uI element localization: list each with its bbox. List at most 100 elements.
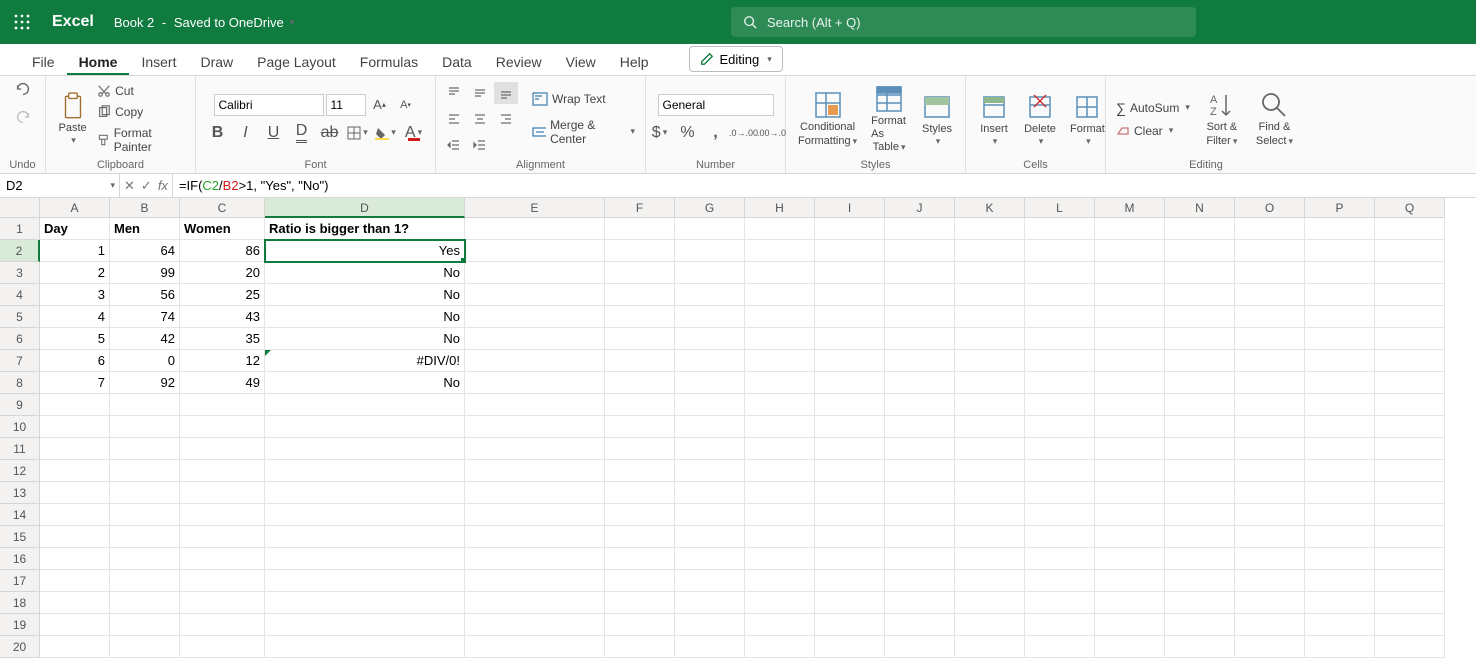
cell-K8[interactable] — [955, 372, 1025, 394]
cell-C16[interactable] — [180, 548, 265, 570]
tab-help[interactable]: Help — [608, 48, 661, 75]
cut-button[interactable]: Cut — [93, 82, 189, 100]
cell-B16[interactable] — [110, 548, 180, 570]
row-header-19[interactable]: 19 — [0, 614, 40, 636]
cell-A2[interactable]: 1 — [40, 240, 110, 262]
cell-Q20[interactable] — [1375, 636, 1445, 658]
row-header-10[interactable]: 10 — [0, 416, 40, 438]
italic-button[interactable]: I — [234, 122, 258, 144]
cell-I13[interactable] — [815, 482, 885, 504]
cell-F18[interactable] — [605, 592, 675, 614]
cell-B15[interactable] — [110, 526, 180, 548]
cell-H4[interactable] — [745, 284, 815, 306]
cell-H16[interactable] — [745, 548, 815, 570]
cell-J19[interactable] — [885, 614, 955, 636]
tab-draw[interactable]: Draw — [188, 48, 245, 75]
document-title[interactable]: Book 2 - Saved to OneDrive ▾ — [114, 15, 294, 30]
cell-E8[interactable] — [465, 372, 605, 394]
cell-P8[interactable] — [1305, 372, 1375, 394]
cell-A4[interactable]: 3 — [40, 284, 110, 306]
search-box[interactable] — [731, 7, 1196, 37]
cell-D13[interactable] — [265, 482, 465, 504]
cell-D12[interactable] — [265, 460, 465, 482]
cell-I4[interactable] — [815, 284, 885, 306]
cell-K15[interactable] — [955, 526, 1025, 548]
cell-D4[interactable]: No — [265, 284, 465, 306]
cell-L7[interactable] — [1025, 350, 1095, 372]
cell-Q4[interactable] — [1375, 284, 1445, 306]
font-size-input[interactable] — [326, 94, 366, 116]
col-header-B[interactable]: B — [110, 198, 180, 218]
cell-H5[interactable] — [745, 306, 815, 328]
cell-H12[interactable] — [745, 460, 815, 482]
cell-J14[interactable] — [885, 504, 955, 526]
col-header-J[interactable]: J — [885, 198, 955, 218]
cell-N16[interactable] — [1165, 548, 1235, 570]
cell-N9[interactable] — [1165, 394, 1235, 416]
cell-H9[interactable] — [745, 394, 815, 416]
cell-F2[interactable] — [605, 240, 675, 262]
merge-center-button[interactable]: Merge & Center▾ — [528, 116, 639, 148]
cell-L17[interactable] — [1025, 570, 1095, 592]
autosum-button[interactable]: ∑AutoSum▾ — [1112, 98, 1194, 118]
cell-C4[interactable]: 25 — [180, 284, 265, 306]
cell-O2[interactable] — [1235, 240, 1305, 262]
cell-B9[interactable] — [110, 394, 180, 416]
col-header-H[interactable]: H — [745, 198, 815, 218]
cell-E12[interactable] — [465, 460, 605, 482]
cell-A5[interactable]: 4 — [40, 306, 110, 328]
cell-A12[interactable] — [40, 460, 110, 482]
cell-P17[interactable] — [1305, 570, 1375, 592]
editing-mode-button[interactable]: Editing▾ — [689, 46, 783, 72]
cell-F4[interactable] — [605, 284, 675, 306]
align-middle-button[interactable] — [468, 82, 492, 104]
cell-L6[interactable] — [1025, 328, 1095, 350]
cell-F5[interactable] — [605, 306, 675, 328]
cell-H1[interactable] — [745, 218, 815, 240]
cell-O15[interactable] — [1235, 526, 1305, 548]
tab-view[interactable]: View — [554, 48, 608, 75]
cell-H2[interactable] — [745, 240, 815, 262]
cell-C11[interactable] — [180, 438, 265, 460]
cell-D2[interactable] — [265, 240, 465, 262]
cell-N3[interactable] — [1165, 262, 1235, 284]
cell-N18[interactable] — [1165, 592, 1235, 614]
row-header-14[interactable]: 14 — [0, 504, 40, 526]
cell-M20[interactable] — [1095, 636, 1165, 658]
cell-K20[interactable] — [955, 636, 1025, 658]
cell-E9[interactable] — [465, 394, 605, 416]
cell-A10[interactable] — [40, 416, 110, 438]
tab-formulas[interactable]: Formulas — [348, 48, 430, 75]
cell-L19[interactable] — [1025, 614, 1095, 636]
cell-G4[interactable] — [675, 284, 745, 306]
cell-F17[interactable] — [605, 570, 675, 592]
cell-A18[interactable] — [40, 592, 110, 614]
cell-P2[interactable] — [1305, 240, 1375, 262]
decrease-decimal-button[interactable]: .00→.0 — [760, 122, 784, 144]
cell-D8[interactable]: No — [265, 372, 465, 394]
cell-K12[interactable] — [955, 460, 1025, 482]
row-header-15[interactable]: 15 — [0, 526, 40, 548]
cell-L12[interactable] — [1025, 460, 1095, 482]
cell-E11[interactable] — [465, 438, 605, 460]
row-header-12[interactable]: 12 — [0, 460, 40, 482]
cell-G10[interactable] — [675, 416, 745, 438]
format-as-table-button[interactable]: Format AsTable▾ — [865, 81, 913, 157]
cell-N5[interactable] — [1165, 306, 1235, 328]
cell-G12[interactable] — [675, 460, 745, 482]
enter-formula-button[interactable]: ✓ — [141, 178, 152, 194]
cell-E14[interactable] — [465, 504, 605, 526]
cell-G9[interactable] — [675, 394, 745, 416]
cell-P19[interactable] — [1305, 614, 1375, 636]
cell-O11[interactable] — [1235, 438, 1305, 460]
row-header-9[interactable]: 9 — [0, 394, 40, 416]
cell-E10[interactable] — [465, 416, 605, 438]
cell-L11[interactable] — [1025, 438, 1095, 460]
cell-P13[interactable] — [1305, 482, 1375, 504]
cell-B14[interactable] — [110, 504, 180, 526]
row-header-5[interactable]: 5 — [0, 306, 40, 328]
sort-filter-button[interactable]: AZSort &Filter▾ — [1200, 87, 1244, 149]
cell-L13[interactable] — [1025, 482, 1095, 504]
cell-D5[interactable]: No — [265, 306, 465, 328]
cell-I17[interactable] — [815, 570, 885, 592]
